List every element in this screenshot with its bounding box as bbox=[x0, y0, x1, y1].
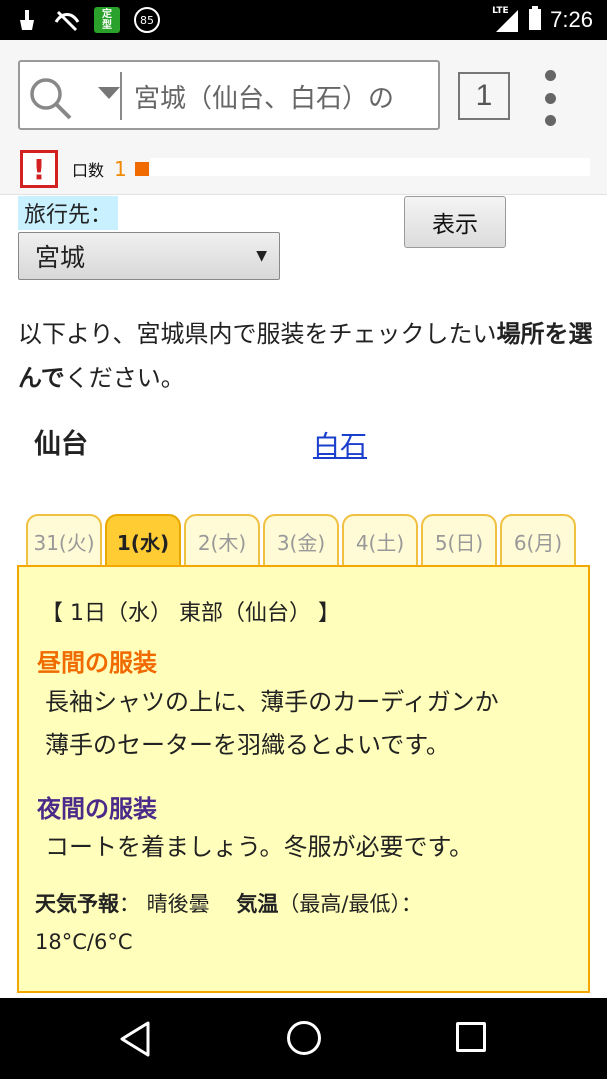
chevron-down-icon[interactable] bbox=[98, 86, 120, 105]
battery-icon bbox=[528, 6, 542, 34]
temp-suffix: （最高/最低）： bbox=[278, 892, 422, 916]
teiki-line1: 定 bbox=[102, 9, 112, 20]
overflow-menu-icon[interactable] bbox=[538, 70, 562, 126]
indicator-label: 口数 bbox=[72, 161, 105, 180]
battery-85-icon: 85 bbox=[134, 7, 160, 33]
place-link-shiroishi[interactable]: 白石 bbox=[313, 424, 367, 463]
prefecture-selected: 宮城 bbox=[35, 243, 86, 272]
battery-badge-text: 85 bbox=[140, 13, 154, 27]
teiki-line2: 型 bbox=[102, 20, 112, 31]
broom-icon bbox=[14, 7, 40, 33]
prefecture-select[interactable]: 宮城 ▼ bbox=[18, 232, 280, 280]
home-icon[interactable] bbox=[287, 1021, 321, 1055]
intro-after: ください。 bbox=[64, 364, 185, 392]
weather-value: ： 晴後曇 bbox=[119, 892, 210, 916]
alert-icon[interactable]: ! bbox=[20, 150, 58, 188]
notification-icons: 定 型 85 bbox=[14, 6, 160, 34]
tab-count-button[interactable]: 1 bbox=[458, 72, 510, 120]
place-current: 仙台 bbox=[34, 429, 88, 460]
clock: 7:26 bbox=[550, 7, 593, 32]
signal-icon: LTE bbox=[492, 6, 520, 34]
day-tabs: 31(火) 1(水) 2(木) 3(金) 4(土) 5(日) 6(月) bbox=[26, 514, 582, 566]
intro-text: 以下より、宮城県内で服装をチェックしたい場所を選んでください。 bbox=[18, 312, 593, 400]
forecast-panel: 【 1日（水） 東部（仙台） 】 昼間の服装 長袖シャツの上に、薄手のカーディガ… bbox=[17, 565, 590, 993]
navigation-bar bbox=[0, 998, 607, 1079]
day-tab-31[interactable]: 31(火) bbox=[26, 514, 102, 566]
status-bar: 定 型 85 LTE 7:26 bbox=[0, 0, 607, 40]
day-tab-4[interactable]: 4(土) bbox=[342, 514, 418, 566]
search-icon[interactable] bbox=[28, 76, 74, 124]
forecast-title: 【 1日（水） 東部（仙台） 】 bbox=[41, 601, 340, 626]
destination-label: 旅行先： bbox=[18, 196, 119, 230]
day-tab-1[interactable]: 1(水) bbox=[105, 514, 181, 566]
temp-label: 気温 bbox=[236, 892, 279, 916]
day-tab-6[interactable]: 6(月) bbox=[500, 514, 576, 566]
temp-value: 18°C/6°C bbox=[35, 930, 133, 954]
show-button[interactable]: 表示 bbox=[404, 196, 506, 248]
indicator-square-icon bbox=[134, 162, 149, 176]
search-input[interactable] bbox=[134, 74, 434, 118]
night-heading: 夜間の服装 bbox=[37, 795, 157, 823]
back-icon[interactable] bbox=[118, 1020, 152, 1062]
day-tab-5[interactable]: 5(日) bbox=[421, 514, 497, 566]
system-icons: LTE 7:26 bbox=[492, 4, 593, 36]
day-tab-2[interactable]: 2(木) bbox=[184, 514, 260, 566]
weather-info: 天気予報： 晴後曇 気温（最高/最低）： 18°C/6°C bbox=[35, 885, 575, 961]
recent-apps-icon[interactable] bbox=[456, 1022, 486, 1052]
daytime-heading: 昼間の服装 bbox=[37, 649, 157, 677]
intro-before: 以下より、宮城県内で服装をチェックしたい bbox=[18, 320, 497, 348]
weather-label: 天気予報 bbox=[35, 892, 119, 916]
daytime-text-line1: 長袖シャツの上に、薄手のカーディガンか bbox=[45, 688, 499, 716]
indicator-value: 1 bbox=[114, 157, 127, 181]
no-signal-icon bbox=[54, 7, 80, 33]
daytime-text: 長袖シャツの上に、薄手のカーディガンか 薄手のセーターを羽織るとよいです。 bbox=[45, 681, 575, 767]
browser-header: 1 ! 口数 1 bbox=[0, 40, 607, 195]
day-tab-3[interactable]: 3(金) bbox=[263, 514, 339, 566]
search-divider bbox=[120, 72, 122, 120]
teiki-icon: 定 型 bbox=[94, 7, 120, 33]
daytime-text-line2: 薄手のセーターを羽織るとよいです。 bbox=[45, 731, 450, 759]
indicator-bar bbox=[150, 158, 590, 176]
dropdown-arrow-icon: ▼ bbox=[256, 248, 267, 264]
indicator-row: ! 口数 1 bbox=[20, 150, 149, 188]
night-text: コートを着ましょう。冬服が必要です。 bbox=[45, 833, 474, 861]
search-box[interactable] bbox=[18, 60, 440, 130]
